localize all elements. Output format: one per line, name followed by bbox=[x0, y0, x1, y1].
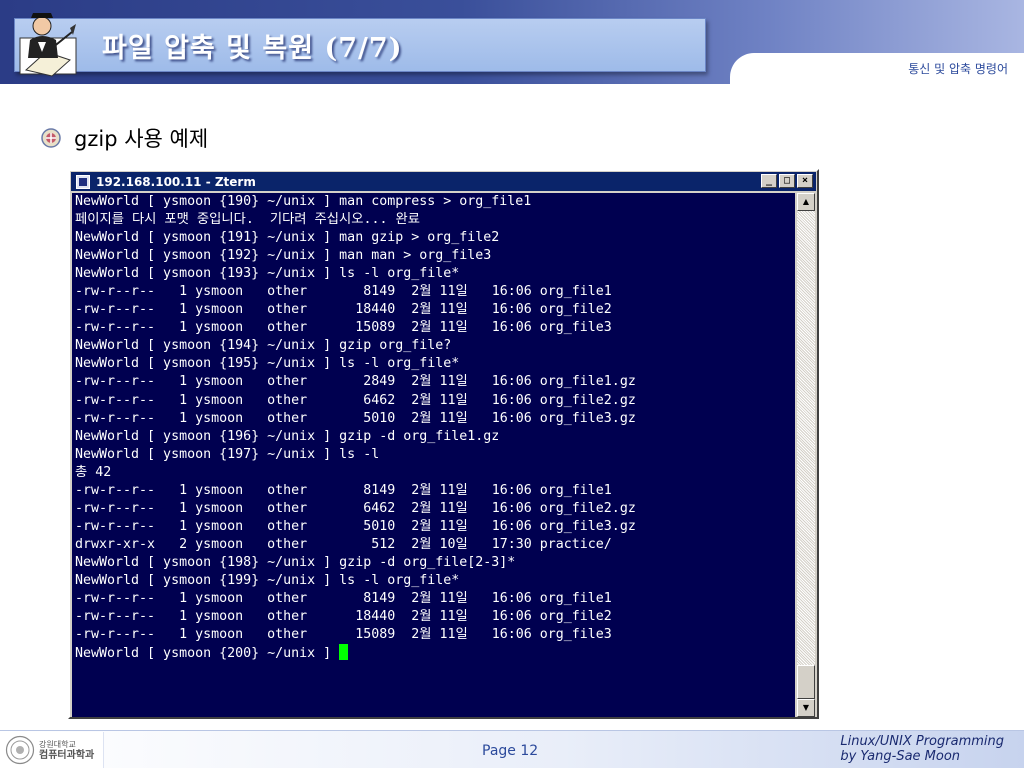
terminal-line-text: NewWorld [ ysmoon {196} ~/unix ] gzip -d… bbox=[75, 428, 500, 444]
scroll-thumb[interactable] bbox=[797, 665, 815, 699]
terminal-line-text: NewWorld [ ysmoon {190} ~/unix ] man com… bbox=[75, 194, 532, 209]
terminal-line-text: NewWorld [ ysmoon {198} ~/unix ] gzip -d… bbox=[75, 554, 516, 570]
footer-credit-line2: by Yang-Sae Moon bbox=[840, 749, 961, 764]
terminal-line: -rw-r--r-- 1 ysmoon other 8149 2월 11일 16… bbox=[75, 283, 795, 301]
terminal-window-title: 192.168.100.11 - Zterm bbox=[96, 174, 256, 189]
terminal-line-text: -rw-r--r-- 1 ysmoon other 5010 2월 11일 16… bbox=[75, 410, 636, 426]
slide-footer: 강원대학교 컴퓨터과학과 Page 12 Linux/UNIX Programm… bbox=[0, 730, 1024, 768]
terminal-line: -rw-r--r-- 1 ysmoon other 18440 2월 11일 1… bbox=[75, 301, 795, 319]
footer-org: 강원대학교 컴퓨터과학과 bbox=[39, 739, 101, 761]
terminal-line: -rw-r--r-- 1 ysmoon other 18440 2월 11일 1… bbox=[75, 608, 795, 626]
terminal-line-text: -rw-r--r-- 1 ysmoon other 6462 2월 11일 16… bbox=[75, 500, 636, 516]
terminal-line: -rw-r--r-- 1 ysmoon other 2849 2월 11일 16… bbox=[75, 373, 795, 391]
slide-header: 파일 압축 및 복원 (7/7) 통신 및 압축 명령어 bbox=[0, 0, 1024, 84]
page-number: Page 12 bbox=[482, 743, 539, 759]
terminal-line-text: -rw-r--r-- 1 ysmoon other 8149 2월 11일 16… bbox=[75, 482, 612, 498]
close-button[interactable]: × bbox=[797, 174, 813, 188]
terminal-line-text: NewWorld [ ysmoon {193} ~/unix ] ls -l o… bbox=[75, 266, 460, 282]
terminal-line: -rw-r--r-- 1 ysmoon other 6462 2월 11일 16… bbox=[75, 500, 795, 518]
terminal-cursor bbox=[339, 644, 349, 661]
terminal-line-text: drwxr-xr-x 2 ysmoon other 512 2월 10일 17:… bbox=[75, 536, 612, 552]
terminal-line: NewWorld [ ysmoon {197} ~/unix ] ls -l bbox=[75, 446, 795, 464]
scholar-with-quill-icon bbox=[19, 13, 77, 77]
terminal-line: -rw-r--r-- 1 ysmoon other 8149 2월 11일 16… bbox=[75, 590, 795, 608]
terminal-line-text: -rw-r--r-- 1 ysmoon other 15089 2월 11일 1… bbox=[75, 320, 612, 336]
terminal-line-text: -rw-r--r-- 1 ysmoon other 18440 2월 11일 1… bbox=[75, 302, 612, 318]
minimize-button[interactable]: _ bbox=[761, 174, 777, 188]
scroll-up-button[interactable]: ▲ bbox=[797, 193, 815, 211]
terminal-line: NewWorld [ ysmoon {193} ~/unix ] ls -l o… bbox=[75, 265, 795, 283]
scroll-down-button[interactable]: ▼ bbox=[797, 699, 815, 717]
terminal-line: 페이지를 다시 포맷 중입니다. 기다려 주십시오... 완료 bbox=[75, 211, 795, 229]
terminal-line-text: NewWorld [ ysmoon {191} ~/unix ] man gzi… bbox=[75, 230, 500, 246]
bullet-item: gzip 사용 예제 bbox=[40, 122, 208, 154]
terminal-line: NewWorld [ ysmoon {191} ~/unix ] man gzi… bbox=[75, 229, 795, 247]
terminal-line-text: NewWorld [ ysmoon {194} ~/unix ] gzip or… bbox=[75, 338, 452, 354]
terminal-line-text: NewWorld [ ysmoon {195} ~/unix ] ls -l o… bbox=[75, 356, 460, 372]
round-bullet-icon bbox=[41, 128, 61, 148]
terminal-line-text: NewWorld [ ysmoon {199} ~/unix ] ls -l o… bbox=[75, 572, 460, 588]
terminal-line: -rw-r--r-- 1 ysmoon other 8149 2월 11일 16… bbox=[75, 482, 795, 500]
terminal-line-text: NewWorld [ ysmoon {197} ~/unix ] ls -l bbox=[75, 446, 380, 462]
terminal-line-text: -rw-r--r-- 1 ysmoon other 5010 2월 11일 16… bbox=[75, 518, 636, 534]
university-seal-icon bbox=[5, 735, 35, 765]
terminal-line: 총 42 bbox=[75, 464, 795, 482]
terminal-line: -rw-r--r-- 1 ysmoon other 6462 2월 11일 16… bbox=[75, 392, 795, 410]
maximize-button[interactable]: □ bbox=[779, 174, 795, 188]
terminal-line: -rw-r--r-- 1 ysmoon other 5010 2월 11일 16… bbox=[75, 518, 795, 536]
terminal-line: -rw-r--r-- 1 ysmoon other 15089 2월 11일 1… bbox=[75, 626, 795, 644]
terminal-line: drwxr-xr-x 2 ysmoon other 512 2월 10일 17:… bbox=[75, 536, 795, 554]
terminal-line: -rw-r--r-- 1 ysmoon other 15089 2월 11일 1… bbox=[75, 319, 795, 337]
footer-credit: Linux/UNIX Programming by Yang-Sae Moon bbox=[840, 734, 1004, 764]
terminal-line-text: -rw-r--r-- 1 ysmoon other 18440 2월 11일 1… bbox=[75, 609, 612, 625]
terminal-window[interactable]: 192.168.100.11 - Zterm _ □ × NewWorld [ … bbox=[68, 169, 819, 719]
terminal-line: NewWorld [ ysmoon {198} ~/unix ] gzip -d… bbox=[75, 554, 795, 572]
terminal-line: NewWorld [ ysmoon {190} ~/unix ] man com… bbox=[75, 193, 795, 211]
terminal-line-text: -rw-r--r-- 1 ysmoon other 8149 2월 11일 16… bbox=[75, 284, 612, 300]
terminal-line-text: NewWorld [ ysmoon {200} ~/unix ] bbox=[75, 646, 340, 662]
terminal-line-text: 총 42 bbox=[75, 464, 112, 480]
terminal-line: NewWorld [ ysmoon {194} ~/unix ] gzip or… bbox=[75, 337, 795, 355]
terminal-line: NewWorld [ ysmoon {192} ~/unix ] man man… bbox=[75, 247, 795, 265]
terminal-line-text: -rw-r--r-- 1 ysmoon other 6462 2월 11일 16… bbox=[75, 392, 636, 408]
footer-logo: 강원대학교 컴퓨터과학과 bbox=[0, 732, 104, 768]
terminal-app-icon[interactable] bbox=[76, 174, 90, 189]
footer-credit-line1: Linux/UNIX Programming bbox=[840, 734, 1004, 749]
terminal-titlebar[interactable]: 192.168.100.11 - Zterm _ □ × bbox=[71, 172, 816, 191]
terminal-line: NewWorld [ ysmoon {200} ~/unix ] bbox=[75, 644, 795, 662]
footer-org-line2: 컴퓨터과학과 bbox=[39, 750, 95, 761]
terminal-output[interactable]: NewWorld [ ysmoon {190} ~/unix ] man com… bbox=[72, 193, 795, 717]
footer-org-line1: 강원대학교 bbox=[39, 740, 76, 749]
terminal-line-text: -rw-r--r-- 1 ysmoon other 2849 2월 11일 16… bbox=[75, 374, 636, 390]
terminal-line: NewWorld [ ysmoon {199} ~/unix ] ls -l o… bbox=[75, 572, 795, 590]
slide-title: 파일 압축 및 복원 (7/7) bbox=[102, 33, 403, 64]
vertical-scrollbar[interactable]: ▲ ▼ bbox=[797, 193, 815, 717]
bullet-text: gzip 사용 예제 bbox=[74, 127, 209, 151]
terminal-line-text: 페이지를 다시 포맷 중입니다. 기다려 주십시오... 완료 bbox=[75, 212, 420, 228]
terminal-line-text: NewWorld [ ysmoon {192} ~/unix ] man man… bbox=[75, 248, 492, 264]
terminal-line-text: -rw-r--r-- 1 ysmoon other 8149 2월 11일 16… bbox=[75, 591, 612, 607]
terminal-line-text: -rw-r--r-- 1 ysmoon other 15089 2월 11일 1… bbox=[75, 627, 612, 643]
terminal-line: NewWorld [ ysmoon {196} ~/unix ] gzip -d… bbox=[75, 428, 795, 446]
section-label: 통신 및 압축 명령어 bbox=[908, 62, 1008, 76]
terminal-line: NewWorld [ ysmoon {195} ~/unix ] ls -l o… bbox=[75, 355, 795, 373]
window-controls: _ □ × bbox=[759, 174, 813, 188]
section-tab: 통신 및 압축 명령어 bbox=[730, 53, 1024, 84]
terminal-line: -rw-r--r-- 1 ysmoon other 5010 2월 11일 16… bbox=[75, 410, 795, 428]
